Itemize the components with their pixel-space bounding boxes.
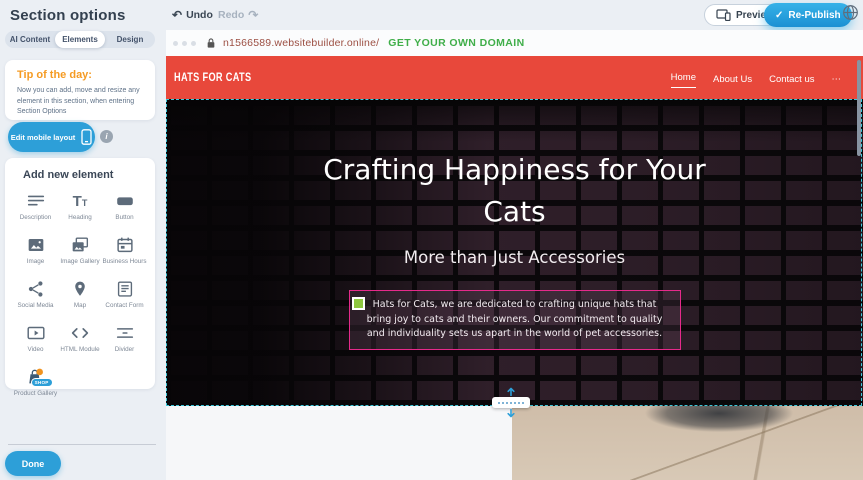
shop-badge: SHOP: [31, 378, 53, 387]
element-contact-form[interactable]: Contact Form: [102, 278, 147, 315]
html-module-icon: [69, 322, 91, 344]
hero-paragraph: Hats for Cats, we are dedicated to craft…: [362, 298, 668, 342]
nav-home[interactable]: Home: [671, 68, 696, 88]
element-description[interactable]: Description: [13, 190, 58, 227]
top-bar: Section options ↶ Undo Redo ↷ Preview ✓ …: [0, 0, 863, 30]
selected-text-element[interactable]: Hats for Cats, we are dedicated to craft…: [349, 290, 681, 350]
next-section-image: [512, 406, 863, 480]
nav-more-icon[interactable]: ⋯: [832, 70, 842, 85]
element-button[interactable]: Button: [102, 190, 147, 227]
website-builder-app: { "topbar": { "title": "Section options"…: [0, 0, 863, 480]
map-pin-icon: [69, 278, 91, 300]
product-gallery-icon: SHOP: [25, 366, 47, 388]
browser-address-bar[interactable]: n1566589.websitebuilder.online/ GET YOUR…: [166, 30, 863, 56]
add-element-title: Add new element: [23, 169, 147, 181]
edit-mobile-layout-button[interactable]: Edit mobile layout: [8, 122, 95, 152]
social-media-icon: [25, 278, 47, 300]
divider-icon: [114, 322, 136, 344]
tab-elements[interactable]: Elements: [55, 31, 105, 48]
element-product-gallery[interactable]: SHOP Product Gallery: [13, 366, 58, 403]
element-grid: Description TT Heading Button Image Imag…: [13, 190, 147, 403]
check-icon: ✓: [775, 10, 783, 21]
phone-icon: [81, 129, 92, 145]
undo-icon: ↶: [172, 9, 182, 21]
undo-button[interactable]: ↶ Undo: [172, 9, 213, 21]
done-button[interactable]: Done: [5, 451, 61, 476]
tab-ai-content[interactable]: AI Content: [5, 31, 55, 48]
element-image-gallery[interactable]: Image Gallery: [58, 234, 103, 271]
site-nav: Home About Us Contact us ⋯: [671, 56, 841, 99]
contact-form-icon: [114, 278, 136, 300]
lock-icon: [206, 37, 216, 49]
element-html-module[interactable]: HTML Module: [58, 322, 103, 359]
add-element-panel: Add new element Description TT Heading B…: [5, 158, 155, 389]
section-resize-handle[interactable]: [487, 387, 535, 418]
image-gallery-icon: [69, 234, 91, 256]
element-drag-handle[interactable]: [352, 297, 365, 310]
description-icon: [25, 190, 47, 212]
republish-button[interactable]: ✓ Re-Publish: [764, 3, 852, 27]
get-domain-link[interactable]: GET YOUR OWN DOMAIN: [388, 37, 524, 49]
redo-button[interactable]: Redo ↷: [218, 9, 258, 21]
site-preview-pane: n1566589.websitebuilder.online/ GET YOUR…: [166, 30, 863, 480]
next-section-blank: [166, 406, 512, 480]
window-dots: [173, 41, 196, 46]
hero-section: Crafting Happiness for Your Cats More th…: [166, 99, 863, 406]
element-heading[interactable]: TT Heading: [58, 190, 103, 227]
hero-headline[interactable]: Crafting Happiness for Your Cats: [295, 149, 735, 233]
tip-title: Tip of the day:: [17, 69, 143, 81]
element-social-media[interactable]: Social Media: [13, 278, 58, 315]
redo-label: Redo: [218, 9, 244, 21]
element-video[interactable]: Video: [13, 322, 58, 359]
resize-arrow-down-icon: [506, 409, 516, 418]
sidebar-tabs: AI Content Elements Design: [5, 31, 155, 48]
info-icon[interactable]: i: [100, 130, 113, 143]
hero-subheadline[interactable]: More than Just Accessories: [166, 248, 863, 267]
tip-body: Now you can add, move and resize any ele…: [17, 86, 143, 118]
language-globe-icon[interactable]: [842, 4, 859, 21]
sidebar-divider: [8, 444, 156, 445]
preview-scrollbar[interactable]: [857, 60, 861, 156]
resize-arrow-up-icon: [506, 387, 516, 396]
republish-label: Re-Publish: [788, 10, 840, 21]
element-business-hours[interactable]: Business Hours: [102, 234, 147, 271]
site-url[interactable]: n1566589.websitebuilder.online/: [223, 37, 379, 49]
nav-about-us[interactable]: About Us: [713, 70, 752, 85]
element-divider[interactable]: Divider: [102, 322, 147, 359]
business-hours-icon: [114, 234, 136, 256]
devices-icon: [716, 9, 731, 21]
tip-of-the-day-card: Tip of the day: Now you can add, move an…: [5, 60, 155, 120]
redo-icon: ↷: [248, 9, 258, 21]
undo-label: Undo: [186, 9, 213, 21]
site-logo[interactable]: HATS FOR CATS: [174, 72, 251, 84]
button-icon: [114, 190, 136, 212]
element-image[interactable]: Image: [13, 234, 58, 271]
element-map[interactable]: Map: [58, 278, 103, 315]
video-icon: [25, 322, 47, 344]
edit-mobile-label: Edit mobile layout: [11, 133, 76, 142]
panel-title: Section options: [10, 7, 126, 24]
image-icon: [25, 234, 47, 256]
heading-icon: TT: [69, 190, 91, 212]
nav-contact-us[interactable]: Contact us: [769, 70, 814, 85]
site-header: HATS FOR CATS Home About Us Contact us ⋯: [166, 56, 863, 99]
tab-design[interactable]: Design: [105, 31, 155, 48]
